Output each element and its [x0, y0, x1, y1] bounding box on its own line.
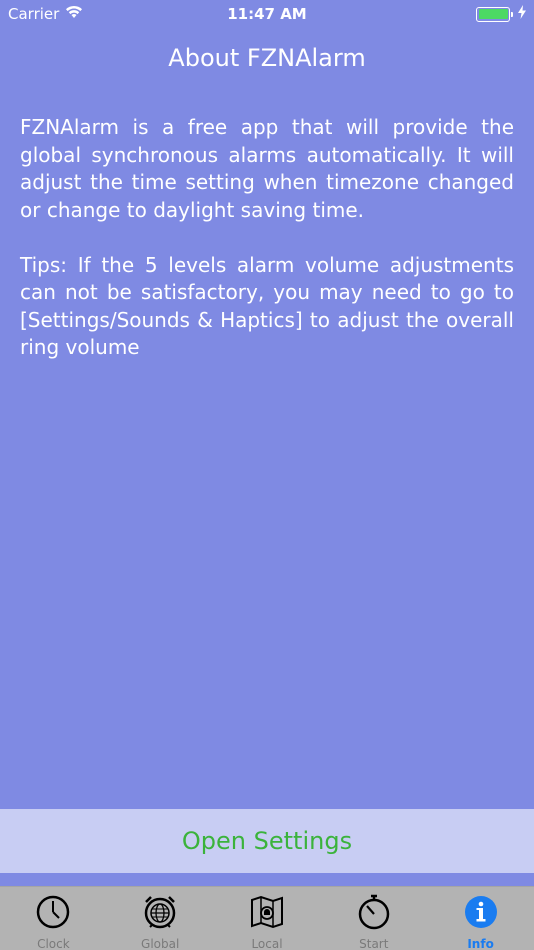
tab-label: Start — [359, 937, 389, 950]
charging-bolt-icon — [518, 5, 526, 23]
globe-alarm-icon — [142, 894, 178, 934]
tab-global[interactable]: Global — [107, 887, 214, 950]
page-title: About FZNAlarm — [168, 44, 366, 72]
status-time: 11:47 AM — [227, 5, 307, 23]
tab-bar: Clock Global Local Start Info — [0, 886, 534, 950]
status-bar: Carrier 11:47 AM — [0, 0, 534, 28]
tab-label: Clock — [37, 937, 70, 950]
tab-info[interactable]: Info — [427, 887, 534, 950]
tab-label: Global — [141, 937, 180, 950]
stopwatch-icon — [356, 894, 392, 934]
info-icon — [463, 894, 499, 934]
tab-label: Local — [251, 937, 283, 950]
battery-icon — [476, 6, 513, 22]
open-settings-label: Open Settings — [181, 827, 353, 855]
tips-paragraph: Tips: If the 5 levels alarm volume adjus… — [20, 252, 514, 360]
map-alarm-icon — [249, 894, 285, 934]
open-settings-button[interactable]: Open Settings — [0, 809, 534, 873]
about-content: FZNAlarm is a free app that will provide… — [20, 114, 514, 389]
status-right — [476, 5, 526, 23]
tab-clock[interactable]: Clock — [0, 887, 107, 950]
clock-icon — [35, 894, 71, 934]
about-paragraph: FZNAlarm is a free app that will provide… — [20, 115, 514, 222]
tab-start[interactable]: Start — [320, 887, 427, 950]
tab-label: Info — [467, 937, 494, 950]
tab-local[interactable]: Local — [214, 887, 321, 950]
